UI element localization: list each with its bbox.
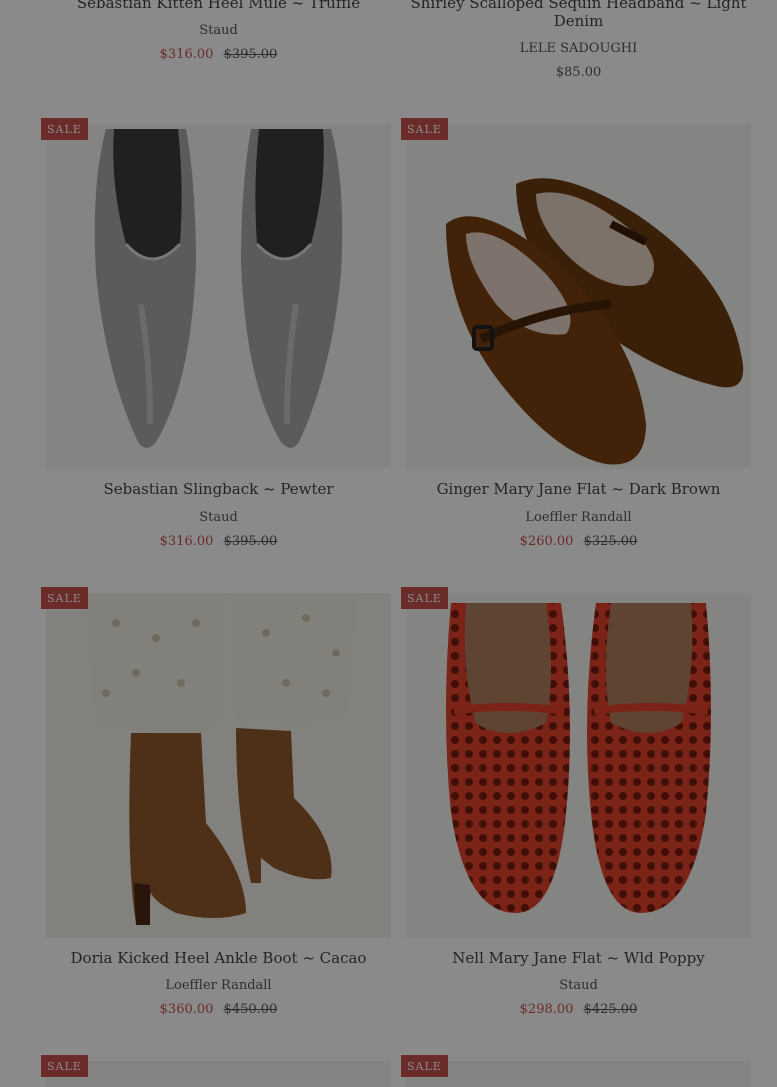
product-title[interactable]: Shirley Scalloped Sequin Headband ~ Ligh… — [401, 0, 756, 30]
product-title[interactable]: Sebastian Kitten Heel Mule ~ Truffle — [41, 0, 396, 12]
compare-price: $425.00 — [583, 1002, 638, 1017]
product-vendor[interactable]: Staud — [401, 978, 756, 993]
compare-price: $325.00 — [583, 534, 638, 549]
product-image[interactable] — [46, 593, 391, 938]
product-image[interactable] — [406, 593, 751, 938]
product-grid: Sebastian Kitten Heel Mule ~ Truffle Sta… — [0, 0, 777, 1087]
product-price: $316.00 $395.00 — [41, 534, 396, 549]
sale-price: $316.00 — [159, 47, 214, 62]
red-woven-flat-image — [406, 593, 751, 938]
product-vendor[interactable]: Staud — [41, 510, 396, 525]
product-image[interactable] — [46, 1061, 391, 1087]
product-title[interactable]: Sebastian Slingback ~ Pewter — [41, 480, 396, 498]
sale-price: $298.00 — [519, 1002, 574, 1017]
compare-price: $450.00 — [223, 1002, 278, 1017]
product-vendor[interactable]: Staud — [41, 23, 396, 38]
product-image[interactable] — [406, 1061, 751, 1087]
ankle-boot-image — [46, 593, 391, 938]
product-card[interactable]: SALE Doria Kicked Heel Ankle Boot ~ Caca… — [41, 587, 391, 1027]
brown-mary-jane-image — [406, 124, 751, 469]
sale-badge: SALE — [41, 587, 88, 609]
product-price: $260.00 $325.00 — [401, 534, 756, 549]
sale-price: $360.00 — [159, 1002, 214, 1017]
product-card[interactable]: SALE Sebastian Slingback ~ Pewter Staud … — [41, 118, 391, 558]
product-price: $298.00 $425.00 — [401, 1002, 756, 1017]
product-vendor[interactable]: LELE SADOUGHI — [401, 41, 756, 56]
compare-price: $395.00 — [223, 534, 278, 549]
product-title[interactable]: Ginger Mary Jane Flat ~ Dark Brown — [401, 480, 756, 498]
sale-badge: SALE — [401, 587, 448, 609]
product-card[interactable]: SALE — [401, 1055, 751, 1087]
product-card[interactable]: SALE Nell Mary Jane Flat ~ Wld Poppy Sta… — [401, 587, 751, 1027]
product-card[interactable]: Shirley Scalloped Sequin Headband ~ Ligh… — [401, 0, 751, 90]
product-price: $360.00 $450.00 — [41, 1002, 396, 1017]
product-vendor[interactable]: Loeffler Randall — [401, 510, 756, 525]
product-card[interactable]: SALE Ginger Mary Jane Flat ~ Dark Brown … — [401, 118, 751, 558]
sale-badge: SALE — [401, 1055, 448, 1077]
sale-badge: SALE — [41, 1055, 88, 1077]
sale-badge: SALE — [41, 118, 88, 140]
compare-price: $395.00 — [223, 47, 278, 62]
product-title[interactable]: Doria Kicked Heel Ankle Boot ~ Cacao — [41, 949, 396, 967]
product-vendor[interactable]: Loeffler Randall — [41, 978, 396, 993]
product-card[interactable]: SALE — [41, 1055, 391, 1087]
silver-slingback-image — [46, 124, 391, 469]
product-title[interactable]: Nell Mary Jane Flat ~ Wld Poppy — [401, 949, 756, 967]
product-price: $85.00 — [401, 65, 756, 80]
product-image[interactable] — [406, 124, 751, 469]
sale-price: $260.00 — [519, 534, 574, 549]
product-price: $316.00 $395.00 — [41, 47, 396, 62]
product-image[interactable] — [46, 124, 391, 469]
product-title-line: Shirley Scalloped Sequin Headband ~ Ligh… — [410, 0, 747, 12]
product-title-line: Denim — [553, 12, 604, 30]
product-card[interactable]: Sebastian Kitten Heel Mule ~ Truffle Sta… — [41, 0, 391, 80]
sale-price: $316.00 — [159, 534, 214, 549]
sale-badge: SALE — [401, 118, 448, 140]
regular-price: $85.00 — [555, 65, 602, 80]
